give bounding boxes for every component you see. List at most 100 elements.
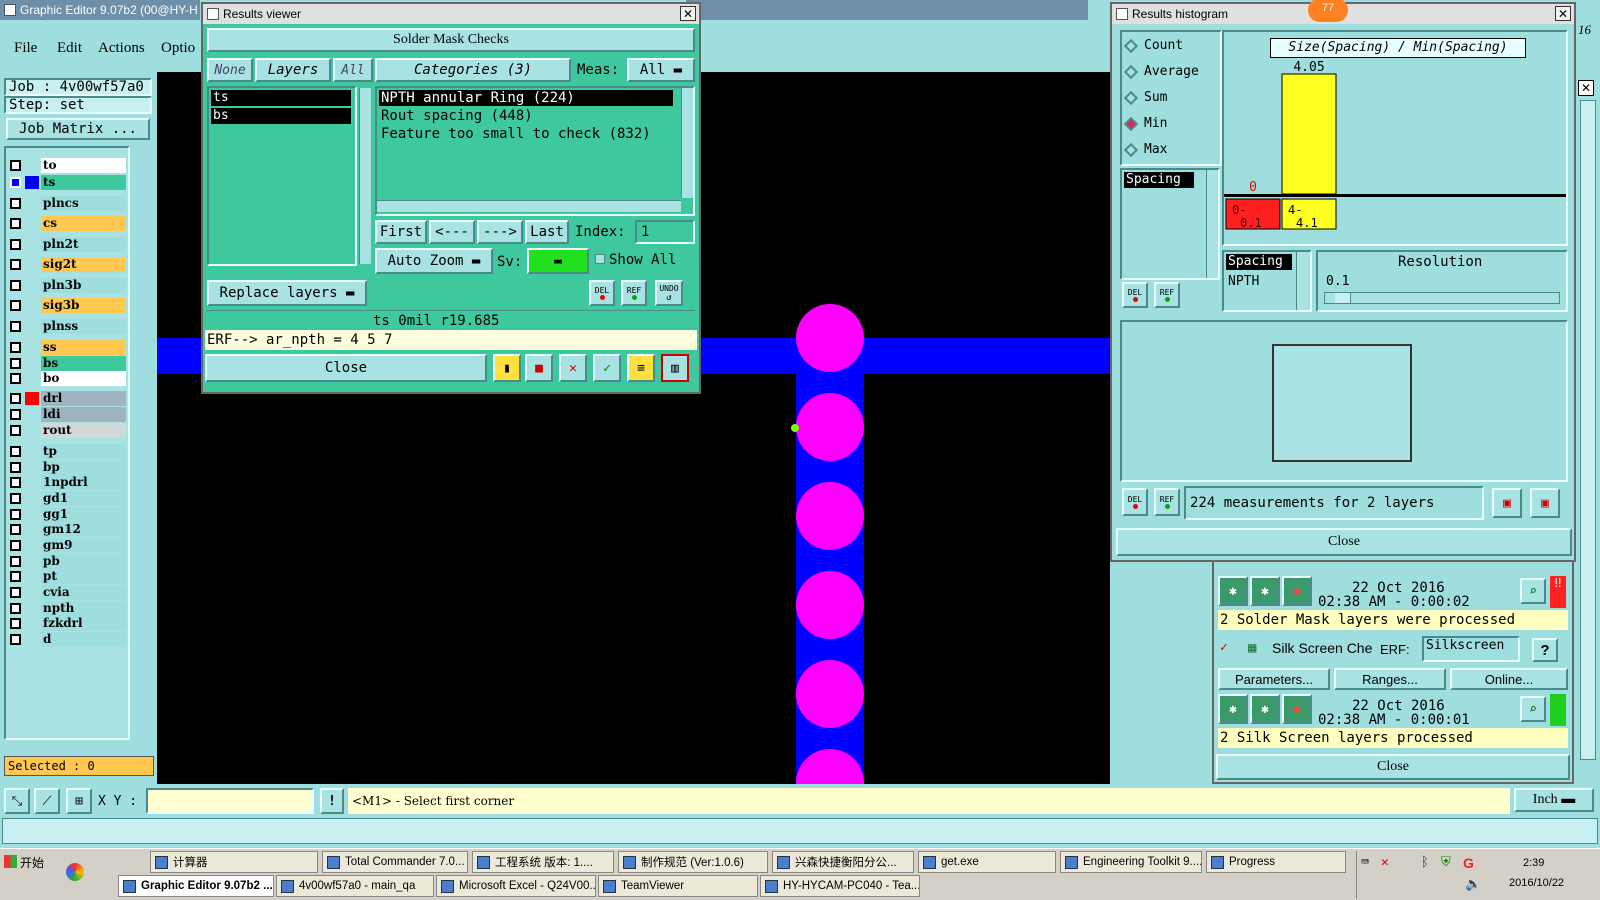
layer-color-swatch[interactable] [25,299,39,312]
bar-4-4.1[interactable] [1281,73,1337,195]
layer-color-swatch[interactable] [25,408,39,421]
spacing-scrollbar[interactable] [1296,252,1308,310]
layer-checkbox[interactable] [10,571,21,582]
layer-color-swatch[interactable] [25,217,39,230]
taskbar-item[interactable]: Engineering Toolkit 9.... [1060,851,1202,873]
layer-row-sig3b[interactable]: sig3b [8,298,126,313]
next-button[interactable]: ---> [477,220,523,244]
layer-color-swatch[interactable] [25,176,39,189]
checklist-close-button[interactable]: Close [1216,754,1570,780]
list-item[interactable]: Spacing [1124,172,1194,188]
index-input[interactable]: 1 [635,220,695,244]
xy-input[interactable] [146,788,314,814]
layer-checkbox[interactable] [10,239,21,250]
layer-row-pln3b[interactable]: pln3b [8,278,126,293]
layer-checkbox[interactable] [10,446,21,457]
layer-row-pln2t[interactable]: pln2t [8,237,126,252]
layer-row-tp[interactable]: tp [8,444,126,459]
layer-row-bo[interactable]: bo [8,371,126,386]
list-item[interactable]: ts [211,90,351,106]
layer-color-swatch[interactable] [25,508,39,521]
taskbar-item[interactable]: Total Commander 7.0... [322,851,468,873]
taskbar-item[interactable]: 兴森快捷衡阳分公... [772,851,914,873]
tray-network-icon[interactable]: ✕ [1381,855,1389,870]
layer-color-swatch[interactable] [25,555,39,568]
list-item[interactable]: Feature too small to check (832) [379,126,651,142]
undo-button[interactable]: UNDO ↺ [655,280,683,306]
taskbar-item[interactable]: 4v00wf57a0 - main_qa [276,875,434,897]
erf-input[interactable]: Silkscreen [1422,636,1520,662]
list-item[interactable]: NPTH annular Ring (224) [379,90,673,106]
run-icon[interactable]: ✱ [1218,694,1248,724]
zoom-fit-icon[interactable]: ▣ [1530,488,1560,518]
layer-color-swatch[interactable] [25,492,39,505]
layer-checkbox[interactable] [10,618,21,629]
layer-row-bp[interactable]: bp [8,460,126,475]
layer-color-swatch[interactable] [25,445,39,458]
menu-file[interactable]: File [14,40,37,57]
close-icon[interactable]: ✕ [680,6,696,21]
online-button[interactable]: Online... [1450,668,1568,690]
layer-color-swatch[interactable] [25,279,39,292]
layer-color-swatch[interactable] [25,392,39,405]
layer-row-gd1[interactable]: gd1 [8,491,126,506]
quick-launch-icon[interactable] [66,863,84,881]
layer-color-swatch[interactable] [25,617,39,630]
layer-row-ss[interactable]: ss [8,340,126,355]
meas-dropdown[interactable]: All ▬ [627,58,695,82]
layer-checkbox[interactable] [10,358,21,369]
parameters-button[interactable]: Parameters... [1218,668,1330,690]
list-item[interactable]: Rout spacing (448) [379,108,533,124]
measure-icon[interactable]: ⟋ [34,788,60,814]
spacing-item[interactable]: Spacing [1226,254,1292,270]
del-button[interactable]: DEL [589,280,615,306]
layer-checkbox[interactable] [10,259,21,270]
layer-row-drl[interactable]: drl [8,391,126,406]
graph-icon[interactable]: ▮ [493,354,521,382]
layer-row-pb[interactable]: pb [8,554,126,569]
histogram-close-button[interactable]: Close [1116,528,1572,556]
snap-icon[interactable]: ⤡ [4,788,30,814]
measure-list[interactable]: Spacing [1120,168,1220,280]
taskbar-item[interactable]: HY-HYCAM-PC040 - Tea... [760,875,920,897]
category-scrollbar[interactable] [681,88,693,198]
tray-volume-icon[interactable]: 🔈 [1465,877,1481,892]
hist-ref-button[interactable]: REF [1154,282,1180,308]
taskbar-item[interactable]: Progress [1206,851,1346,873]
check-icon[interactable]: ✓ [593,354,621,382]
stop-icon[interactable]: ✱ [1282,694,1312,724]
ranges-button[interactable]: Ranges... [1334,668,1446,690]
results-close-button[interactable]: Close [205,354,487,382]
run-icon[interactable]: ✱ [1218,576,1248,606]
taskbar-item[interactable]: get.exe [918,851,1056,873]
layer-row-cvia[interactable]: cvia [8,585,126,600]
taskbar-item[interactable]: TeamViewer [598,875,758,897]
layer-checkbox[interactable] [10,493,21,504]
tray-g-icon[interactable]: G [1463,855,1474,871]
layer-color-swatch[interactable] [25,424,39,437]
auto-zoom-dropdown[interactable]: Auto Zoom ▬ [375,248,493,274]
layer-checkbox[interactable] [10,587,21,598]
layer-checkbox[interactable] [10,342,21,353]
layer-color-swatch[interactable] [25,238,39,251]
layer-color-swatch[interactable] [25,539,39,552]
layer-row-ts[interactable]: ts [8,175,126,190]
layer-checkbox[interactable] [10,509,21,520]
layer-checkbox[interactable] [10,373,21,384]
layer-row-rout[interactable]: rout [8,423,126,438]
layer-checkbox[interactable] [10,462,21,473]
units-dropdown[interactable]: Inch ▬ [1514,788,1594,812]
none-button[interactable]: None [207,58,253,82]
layer-row-cs[interactable]: cs [8,216,126,231]
menu-edit[interactable]: Edit [57,40,82,57]
layer-color-swatch[interactable] [25,159,39,172]
layer-color-swatch[interactable] [25,586,39,599]
right-scrollbar[interactable] [1580,100,1596,760]
category-list[interactable]: NPTH annular Ring (224) Rout spacing (44… [375,86,695,216]
run-all-icon[interactable]: ✱ [1250,694,1280,724]
measure-list-scrollbar[interactable] [1206,170,1218,278]
highlight-icon[interactable]: ■ [525,354,553,382]
layers-button[interactable]: Layers [255,58,331,82]
taskbar-item[interactable]: 计算器 [150,851,318,873]
layer-checkbox[interactable] [10,160,21,171]
